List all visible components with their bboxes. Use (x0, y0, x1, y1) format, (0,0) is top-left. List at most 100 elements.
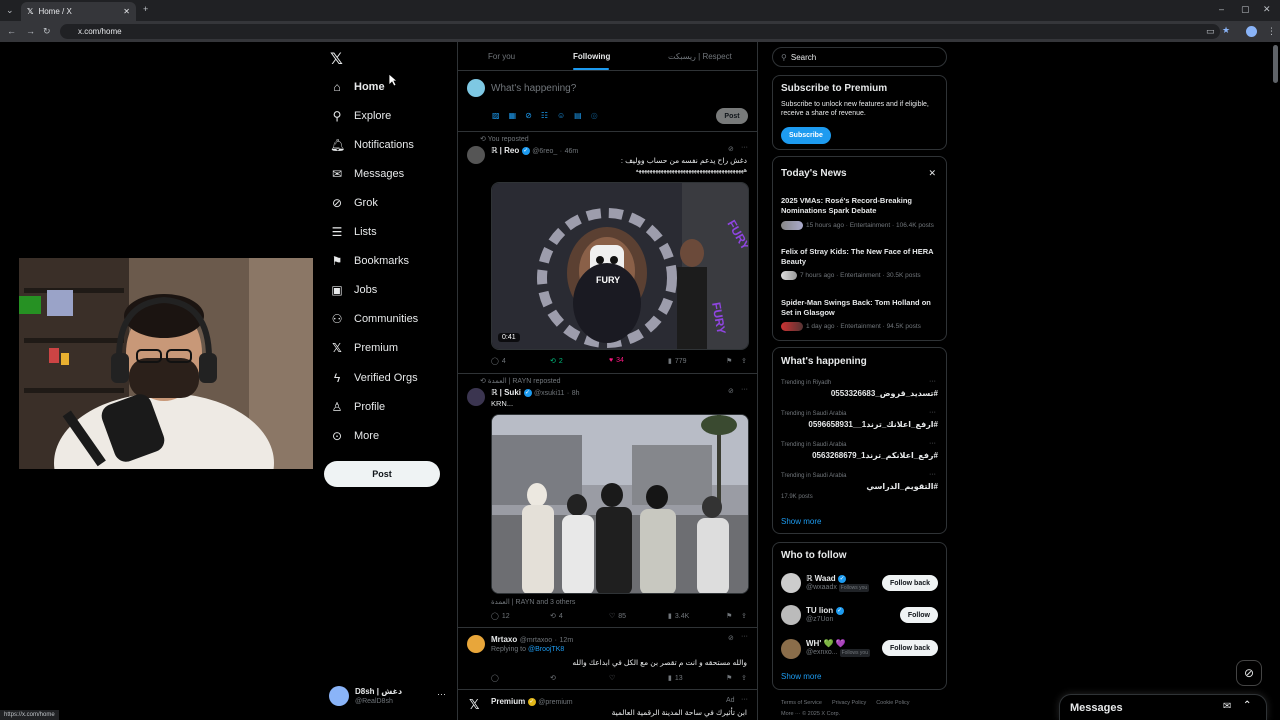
nav-verified-orgs[interactable]: ϟ Verified Orgs (330, 366, 418, 390)
cookie-link[interactable]: Cookie Policy (876, 700, 909, 706)
follow-suggestion-name[interactable]: ℝ Waad ✓ (806, 573, 847, 583)
share-icon[interactable]: ⇪ (741, 612, 747, 620)
menu-kebab-icon[interactable]: ⋮ (1267, 26, 1276, 37)
news-item-title[interactable]: Felix of Stray Kids: The New Face of HER… (781, 247, 941, 267)
heart-icon[interactable]: ♡ (609, 674, 615, 682)
tweet-author-name[interactable]: ℝ | Reo (491, 146, 519, 155)
share-icon[interactable]: ⇪ (741, 357, 747, 365)
trend-name[interactable]: #ارفع_اعلانك_ترند1__0596658931 (808, 420, 938, 429)
more-dots-icon[interactable]: ··· (741, 696, 748, 703)
bookmark-icon[interactable]: ⚑ (726, 612, 732, 620)
close-icon[interactable]: ✕ (928, 168, 936, 179)
replying-to-link[interactable]: @BroojTK8 (528, 646, 564, 653)
media-tag-line[interactable]: العمدة | RAYN and 3 others (491, 598, 575, 606)
avatar[interactable] (781, 639, 801, 659)
more-dots-icon[interactable]: ··· (929, 471, 936, 478)
follow-suggestion-name[interactable]: TU lion ✓ (806, 605, 844, 615)
back-icon[interactable]: ← (7, 26, 16, 36)
tweet-time[interactable]: 8h (572, 390, 580, 397)
views-button[interactable]: ▮ 3.4K (668, 612, 689, 621)
new-message-icon[interactable]: ✉ (1223, 701, 1231, 712)
reply-button[interactable]: ◯ 12 (491, 612, 510, 621)
tweet-time[interactable]: 46m (565, 148, 579, 155)
tab-respect[interactable]: ريسبكت | Respect (668, 52, 732, 61)
minimize-icon[interactable]: – (1219, 4, 1224, 14)
trend-name[interactable]: #التقويم_الدراسي (866, 482, 938, 491)
more-dots-icon[interactable]: ··· (741, 633, 748, 640)
schedule-icon[interactable]: ▤ (574, 111, 582, 120)
avatar[interactable] (781, 605, 801, 625)
privacy-link[interactable]: Privacy Policy (832, 700, 866, 706)
tab-following[interactable]: Following (573, 52, 610, 61)
forward-icon[interactable]: → (26, 26, 35, 36)
bookmark-icon[interactable]: ⚑ (726, 674, 732, 682)
news-item-title[interactable]: Spider-Man Swings Back: Tom Holland on S… (781, 298, 941, 318)
nav-messages[interactable]: ✉ Messages (330, 162, 404, 186)
close-window-icon[interactable]: ✕ (1263, 4, 1271, 15)
maximize-icon[interactable]: ▢ (1241, 4, 1250, 15)
tweet-image[interactable] (491, 414, 749, 594)
poll-icon[interactable]: ☷ (541, 111, 548, 120)
close-tab-icon[interactable]: ✕ (123, 7, 130, 16)
new-tab-icon[interactable]: + (143, 4, 148, 14)
grok-icon[interactable]: ⊘ (728, 634, 734, 642)
grok-icon[interactable]: ⊘ (728, 387, 734, 395)
show-more-link[interactable]: Show more (781, 517, 821, 526)
follow-suggestion-name[interactable]: WH' 💚 💜 (806, 638, 846, 648)
tab-for-you[interactable]: For you (488, 52, 515, 61)
nav-grok[interactable]: ⊘ Grok (330, 191, 378, 215)
avatar[interactable] (467, 635, 485, 653)
bookmark-star-icon[interactable]: ★ (1222, 25, 1230, 36)
repost-button[interactable]: ⟲ 2 (550, 357, 563, 366)
x-logo-icon[interactable]: 𝕏 (330, 49, 343, 69)
reply-button[interactable]: ◯ 4 (491, 357, 506, 366)
location-icon[interactable]: ◎ (591, 111, 598, 120)
browser-tab[interactable]: 𝕏 Home / X ✕ (21, 2, 136, 21)
profile-avatar[interactable] (1246, 26, 1257, 37)
grok-float-button[interactable]: ⊘ (1236, 660, 1262, 686)
more-dots-icon[interactable]: ··· (437, 689, 446, 699)
like-button[interactable]: ♡ 85 (609, 612, 626, 621)
tweet-author-name[interactable]: Premium (491, 697, 525, 706)
like-button[interactable]: ♥ 34 (609, 357, 624, 364)
nav-communities[interactable]: ⚇ Communities (330, 307, 419, 331)
nav-lists[interactable]: ☰ Lists (330, 220, 377, 244)
subscribe-button[interactable]: Subscribe (781, 127, 831, 144)
more-dots-icon[interactable]: ··· (929, 378, 936, 385)
account-switcher[interactable]: D8sh | دغش @RealD8sh ··· (329, 685, 449, 709)
nav-bookmarks[interactable]: ⚑ Bookmarks (330, 249, 409, 273)
tweet-time[interactable]: 12m (560, 637, 574, 644)
news-item-title[interactable]: 2025 VMAs: Rosé's Record-Breaking Nomina… (781, 196, 941, 216)
search-input[interactable]: ⚲ Search (772, 47, 947, 67)
follow-button[interactable]: Follow (899, 607, 938, 623)
grok-icon[interactable]: ⊘ (525, 111, 532, 120)
address-bar[interactable]: x.com/home (60, 24, 1220, 39)
nav-explore[interactable]: ⚲ Explore (330, 104, 392, 128)
nav-more[interactable]: ⊙ More (330, 424, 379, 448)
repost-button[interactable]: ⟲ 4 (550, 612, 563, 621)
tweet-author-name[interactable]: ℝ | Suki (491, 388, 521, 397)
cast-icon[interactable]: ▭ (1206, 26, 1215, 37)
scrollbar-thumb[interactable] (1273, 45, 1278, 83)
views-button[interactable]: ▮ 13 (668, 674, 683, 683)
composer-input[interactable]: What's happening? (491, 83, 576, 94)
more-dots-icon[interactable]: ··· (929, 409, 936, 416)
follow-back-button[interactable]: Follow back (881, 640, 938, 656)
nav-jobs[interactable]: ▣ Jobs (330, 278, 377, 302)
terms-link[interactable]: Terms of Service (781, 700, 822, 706)
emoji-icon[interactable]: ☺ (557, 111, 565, 120)
composer-post-button[interactable]: Post (716, 108, 748, 124)
nav-profile[interactable]: ♙ Profile (330, 395, 386, 419)
grok-icon[interactable]: ⊘ (728, 145, 734, 153)
more-dots-icon[interactable]: ··· (929, 440, 936, 447)
post-button[interactable]: Post (324, 461, 440, 487)
more-dots-icon[interactable]: ··· (741, 386, 748, 393)
nav-home[interactable]: ⌂ Home (330, 75, 384, 99)
tweet-video[interactable]: FURY FURY FURY 0:41 (491, 182, 749, 350)
nav-premium[interactable]: 𝕏 Premium (330, 336, 398, 360)
repost-icon[interactable]: ⟲ (550, 674, 556, 682)
nav-notifications[interactable]: 🔔︎ Notifications (330, 133, 414, 157)
avatar[interactable] (467, 388, 485, 406)
trend-name[interactable]: #رفع_اعلانكم_ترند1_0563268679 (812, 451, 938, 460)
gif-icon[interactable]: ▦ (509, 111, 517, 120)
